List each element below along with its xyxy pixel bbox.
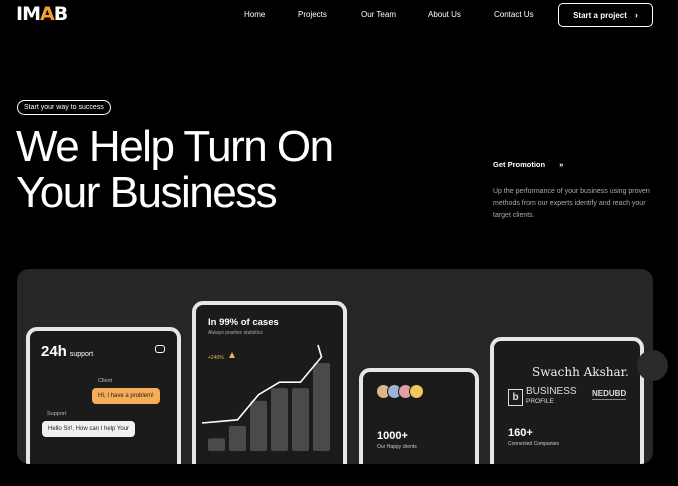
- chevron-right-icon: ›: [634, 10, 638, 20]
- nav-projects[interactable]: Projects: [298, 10, 327, 19]
- client-label: Client: [98, 378, 113, 384]
- tagline-pill: Start your way to success: [17, 100, 111, 115]
- client-message: HI, I have a problem!: [92, 388, 160, 404]
- chart-bar: [271, 388, 288, 451]
- brand-logo[interactable]: IMAB: [16, 4, 74, 28]
- hero-title: We Help Turn On Your Business: [16, 122, 334, 217]
- support-message: Hello Sir!, How can I help Your: [42, 421, 136, 437]
- chart-bar: [250, 400, 267, 451]
- nav-our-team[interactable]: Our Team: [361, 10, 396, 19]
- chart-bar: [292, 388, 309, 451]
- partner-logo-business-profile: b BUSINESS PROFILE: [508, 387, 577, 407]
- growth-bar-chart: [201, 344, 330, 451]
- support-headline: 24h support: [41, 343, 94, 360]
- support-card: 24h support Client HI, I have a problem! …: [26, 327, 181, 464]
- carousel-next-button[interactable]: [637, 350, 668, 381]
- partner-logo-nedubd: NEDUBD: [592, 389, 627, 400]
- chart-bar: [208, 438, 225, 451]
- companies-card: Swachh Akshar. b BUSINESS PROFILE NEDUBD …: [490, 337, 644, 464]
- clients-count: 1000+: [377, 430, 408, 442]
- get-promotion-link[interactable]: Get Promotion »: [493, 160, 563, 169]
- client-avatars: [376, 384, 424, 399]
- avatar: [409, 384, 424, 399]
- clients-card: 1000+ Our Happy clients: [359, 368, 479, 464]
- cases-card: In 99% of cases Always positive statisti…: [192, 301, 347, 464]
- nav-home[interactable]: Home: [244, 10, 265, 19]
- logo-accent: A: [39, 3, 55, 25]
- companies-caption: Connected Companies: [508, 441, 559, 447]
- support-label: Support: [47, 411, 67, 417]
- nav-contact-us[interactable]: Contact Us: [494, 10, 534, 19]
- start-project-button[interactable]: Start a project ›: [558, 3, 653, 27]
- chart-bar: [229, 425, 246, 451]
- companies-count: 160+: [508, 427, 533, 439]
- clients-caption: Our Happy clients: [377, 444, 417, 450]
- double-chevron-icon: »: [559, 160, 564, 169]
- nav-about-us[interactable]: About Us: [428, 10, 461, 19]
- showcase-panel: 24h support Client HI, I have a problem! …: [17, 269, 653, 464]
- b-logo-icon: b: [508, 388, 523, 406]
- mail-icon: [155, 345, 165, 353]
- hero-description: Up the performance of your business usin…: [493, 188, 650, 219]
- partner-logo-swachh: Swachh Akshar.: [532, 365, 629, 379]
- landing-page: IMAB Home Projects Our Team About Us Con…: [0, 0, 678, 486]
- chart-bar: [313, 363, 330, 451]
